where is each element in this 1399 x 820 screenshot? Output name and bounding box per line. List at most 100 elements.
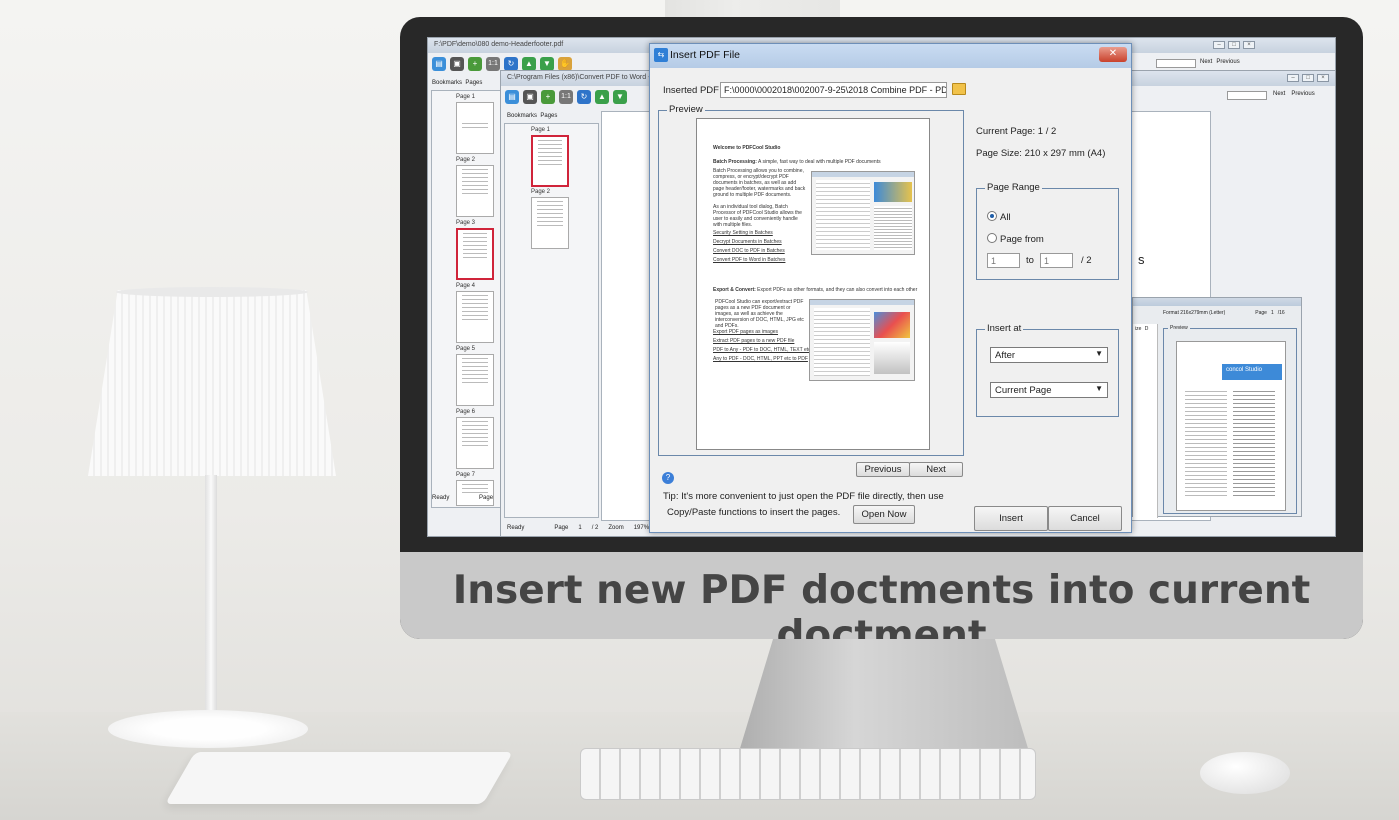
format-window-list: ize D <box>1133 324 1158 518</box>
doc-screenshot <box>809 299 915 381</box>
folder-icon[interactable] <box>952 83 966 95</box>
next-button[interactable]: Next <box>909 462 963 477</box>
insert-at-group: Insert at After ▼ Current Page ▼ <box>976 323 1119 417</box>
page-range-group: Page Range All Page from 1 to 1 / 2 <box>976 182 1119 280</box>
down-arrow-icon[interactable]: ▼ <box>540 57 554 71</box>
lamp-shade <box>88 290 336 476</box>
doc-link[interactable]: Any to PDF - DOC, HTML, PPT etc to PDF <box>713 355 812 364</box>
close-icon[interactable]: × <box>1243 41 1255 49</box>
down-arrow-icon[interactable]: ▼ <box>613 90 627 104</box>
page-total: /16 <box>1277 310 1285 316</box>
thumb-label: Page 2 <box>531 189 551 195</box>
page-thumbnail[interactable] <box>456 291 494 343</box>
minimize-icon[interactable]: – <box>1213 41 1225 49</box>
doc-batch-line: Batch Processing: A simple, fast way to … <box>713 159 881 165</box>
format-header: Format 216x279mm (Letter) Page 1 /16 <box>1163 310 1285 316</box>
radio-all-label: All <box>1000 212 1011 223</box>
page-value[interactable]: 1 <box>1271 310 1274 316</box>
radio-page-from[interactable] <box>987 233 997 243</box>
next-link[interactable]: Next <box>1273 91 1285 100</box>
thumb-label: Page 7 <box>456 472 476 478</box>
zoom-icon[interactable]: + <box>541 90 555 104</box>
previous-link[interactable]: Previous <box>1216 59 1239 68</box>
mid-nav: Next Previous <box>1227 91 1315 100</box>
format-window-titlebar <box>1133 298 1301 306</box>
page-size-info: Page Size: 210 x 297 mm (A4) <box>976 148 1106 159</box>
help-icon[interactable]: ? <box>662 472 674 484</box>
back-window-title: F:\PDF\demo\080 demo-Headerfooter.pdf <box>434 41 564 48</box>
page-thumbnail[interactable] <box>456 480 494 506</box>
maximize-icon[interactable]: □ <box>1302 74 1314 82</box>
doc-export-intro: Export PDFs as other formats, and they c… <box>757 287 918 293</box>
maximize-icon[interactable]: □ <box>1228 41 1240 49</box>
open-icon[interactable]: ▤ <box>505 90 519 104</box>
page-input[interactable] <box>1227 91 1267 100</box>
page-thumbnail[interactable] <box>456 165 494 217</box>
page-thumbnail[interactable] <box>456 417 494 469</box>
save-icon[interactable]: ▣ <box>450 57 464 71</box>
page-thumbnail[interactable] <box>456 102 494 154</box>
thumb-label: Page 3 <box>456 220 476 226</box>
tab-pages[interactable]: Pages <box>540 113 557 119</box>
page-thumbnail-selected[interactable] <box>531 135 569 187</box>
up-arrow-icon[interactable]: ▲ <box>595 90 609 104</box>
actual-size-icon[interactable]: 1:1 <box>559 90 573 104</box>
next-link[interactable]: Next <box>1200 59 1212 68</box>
up-arrow-icon[interactable]: ▲ <box>522 57 536 71</box>
tab-bookmarks[interactable]: Bookmarks <box>432 80 462 86</box>
rotate-icon[interactable]: ↻ <box>504 57 518 71</box>
thumb-label: Page 6 <box>456 409 476 415</box>
thumb-label: Page 1 <box>531 127 551 133</box>
insert-target-select[interactable]: Current Page ▼ <box>990 382 1108 398</box>
page-thumbnail-selected[interactable] <box>456 228 494 280</box>
format-preview-window[interactable]: ize D Format 216x279mm (Letter) Page 1 /… <box>1132 297 1302 518</box>
doc-link[interactable]: Convert DOC to PDF in Batches <box>713 247 785 256</box>
insert-position-select[interactable]: After ▼ <box>990 347 1108 363</box>
mid-page-thumbnails: Page 1 Page 2 <box>504 123 599 518</box>
radio-all-row[interactable]: All <box>987 211 1011 223</box>
doc-batch-body2: As an individual tool dialog, Batch Proc… <box>713 204 802 228</box>
insert-pdf-dialog[interactable]: ⇆ Insert PDF File ✕ Inserted PDF F:\0000… <box>649 43 1132 533</box>
text-column <box>1233 388 1275 498</box>
status-text: Ready <box>432 495 450 501</box>
doc-export-body: PDFCool Studio can export/extract PDF pa… <box>715 299 804 329</box>
previous-button[interactable]: Previous <box>856 462 910 477</box>
zoom-icon[interactable]: + <box>468 57 482 71</box>
status-page-value[interactable]: 1 <box>578 525 581 531</box>
open-now-button[interactable]: Open Now <box>853 505 915 524</box>
minimize-icon[interactable]: – <box>1287 74 1299 82</box>
radio-all[interactable] <box>987 211 997 221</box>
tab-bookmarks[interactable]: Bookmarks <box>507 113 537 119</box>
dialog-titlebar: ⇆ Insert PDF File ✕ <box>650 44 1131 68</box>
page-thumbnail[interactable] <box>531 197 569 249</box>
doc-link[interactable]: Extract PDF pages to a new PDF file <box>713 337 812 346</box>
tab-pages[interactable]: Pages <box>465 80 482 86</box>
close-icon[interactable]: × <box>1317 74 1329 82</box>
actual-size-icon[interactable]: 1:1 <box>486 57 500 71</box>
inserted-pdf-path[interactable]: F:\0000\0002018\002007-9-25\2018 Combine… <box>720 82 947 98</box>
previous-link[interactable]: Previous <box>1291 91 1314 100</box>
keyboard <box>580 748 1036 800</box>
doc-link[interactable]: PDF to Any - PDF to DOC, HTML, TEXT etc. <box>713 346 812 355</box>
status-zoom-value[interactable]: 197% <box>634 525 649 531</box>
thumb-label: Page 1 <box>456 94 476 100</box>
doc-link[interactable]: Export PDF pages as images <box>713 328 812 337</box>
status-page-total: / 2 <box>591 525 599 531</box>
save-icon[interactable]: ▣ <box>523 90 537 104</box>
current-page-info: Current Page: 1 / 2 <box>976 126 1057 137</box>
doc-link[interactable]: Convert PDF to Word in Batches <box>713 256 785 265</box>
page-input[interactable] <box>1156 59 1196 68</box>
close-icon[interactable]: ✕ <box>1099 47 1127 62</box>
open-icon[interactable]: ▤ <box>432 57 446 71</box>
rotate-icon[interactable]: ↻ <box>577 90 591 104</box>
insert-button[interactable]: Insert <box>974 506 1048 531</box>
to-page-input[interactable]: 1 <box>1040 253 1073 268</box>
doc-link[interactable]: Security Setting in Batches <box>713 229 785 238</box>
page-thumbnail[interactable] <box>456 354 494 406</box>
hand-icon[interactable]: ✋ <box>558 57 572 71</box>
doc-batch-intro: A simple, fast way to deal with multiple… <box>758 159 881 165</box>
from-page-input[interactable]: 1 <box>987 253 1020 268</box>
cancel-button[interactable]: Cancel <box>1048 506 1122 531</box>
radio-page-from-row[interactable]: Page from <box>987 233 1044 245</box>
doc-link[interactable]: Decrypt Documents in Batches <box>713 238 785 247</box>
